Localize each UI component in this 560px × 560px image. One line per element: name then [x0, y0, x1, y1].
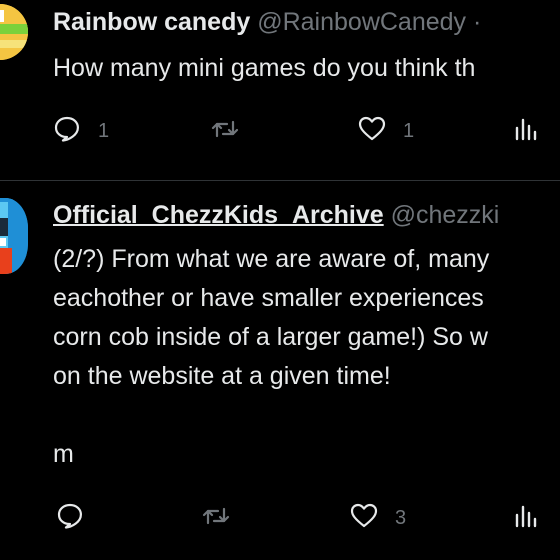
reply-count: 1	[98, 119, 110, 142]
user-handle[interactable]: @RainbowCanedy	[257, 8, 466, 36]
tweet-actions: 1 1	[0, 111, 560, 151]
display-name[interactable]: Official_ChezzKids_Archive	[53, 201, 384, 229]
timeline: Rainbow canedy @RainbowCanedy · How many…	[0, 0, 560, 560]
tweet-text-line: How many mini games do you think th	[53, 54, 476, 82]
tweet-actions: 3	[0, 498, 560, 538]
retweet-button[interactable]	[201, 498, 247, 538]
like-button[interactable]: 1	[357, 111, 414, 151]
reply-button[interactable]: 1	[52, 111, 109, 151]
tweet-text-line	[53, 396, 489, 435]
reply-icon	[55, 501, 85, 536]
reply-icon	[52, 114, 82, 149]
tweet-text-line: eachother or have smaller experiences	[53, 284, 484, 312]
views-icon	[511, 114, 541, 149]
separator-dot: ·	[473, 8, 482, 36]
avatar[interactable]	[0, 198, 28, 274]
like-icon	[357, 114, 387, 149]
reply-button[interactable]	[55, 498, 101, 538]
views-icon	[511, 501, 541, 536]
views-button[interactable]	[511, 111, 557, 151]
tweet-text-line: (2/?) From what we are aware of, many	[53, 245, 490, 273]
tweet-text-line: m	[53, 440, 74, 468]
tweet-divider	[0, 180, 560, 181]
retweet-icon	[210, 114, 240, 149]
tweet-text-line: corn cob inside of a larger game!) So w	[53, 323, 488, 351]
tweet-header: Rainbow canedy @RainbowCanedy ·	[53, 7, 481, 37]
retweet-button[interactable]	[210, 111, 256, 151]
retweet-icon	[201, 501, 231, 536]
views-button[interactable]	[511, 498, 557, 538]
tweet-text-line: on the website at a given time!	[53, 362, 391, 390]
tweet-text: How many mini games do you think th	[53, 49, 475, 88]
avatar[interactable]	[0, 4, 28, 60]
like-count: 3	[395, 506, 407, 529]
tweet-text: (2/?) From what we are aware of, many ea…	[53, 240, 489, 474]
like-button[interactable]: 3	[349, 498, 406, 538]
like-count: 1	[403, 119, 415, 142]
like-icon	[349, 501, 379, 536]
display-name[interactable]: Rainbow canedy	[53, 8, 250, 36]
tweet-header: Official_ChezzKids_Archive @chezzki	[53, 200, 499, 230]
user-handle[interactable]: @chezzki	[391, 201, 500, 229]
